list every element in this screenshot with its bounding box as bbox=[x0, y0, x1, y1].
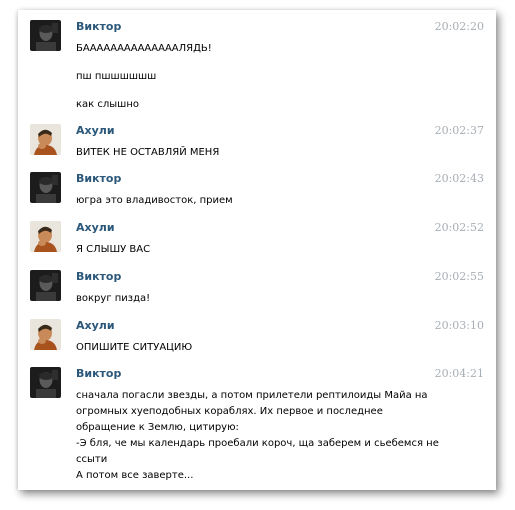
message: Виктор 20:02:55 вокруг пизда! bbox=[18, 270, 496, 310]
message-text: Я СЛЫШУ ВАС bbox=[76, 244, 151, 255]
timestamp: 20:02:37 bbox=[434, 124, 484, 137]
message-text: как слышно bbox=[76, 99, 139, 110]
author-name[interactable]: Ахули bbox=[76, 124, 115, 138]
avatar[interactable] bbox=[30, 124, 61, 155]
message-text: обращение к Землю, цитирую: bbox=[76, 422, 239, 433]
message-text: ВИТЕК НЕ ОСТАВЛЯЙ МЕНЯ bbox=[76, 147, 220, 158]
timestamp: 20:02:43 bbox=[434, 172, 484, 185]
message-text: А потом все заверте... bbox=[76, 470, 194, 481]
timestamp: 20:02:55 bbox=[434, 270, 484, 283]
avatar[interactable] bbox=[30, 319, 61, 350]
timestamp: 20:02:52 bbox=[434, 221, 484, 234]
chat-window: Виктор 20:02:20 БААААААААААААААЛЯДЬ! пш … bbox=[18, 10, 496, 490]
message: Виктор 20:04:21 сначала погасли звезды, … bbox=[18, 367, 496, 482]
avatar[interactable] bbox=[30, 20, 61, 51]
author-name[interactable]: Виктор bbox=[76, 367, 121, 381]
message-text: ОПИШИТЕ СИТУАЦИЮ bbox=[76, 342, 193, 353]
author-name[interactable]: Виктор bbox=[76, 172, 121, 186]
message-text: БААААААААААААААЛЯДЬ! bbox=[76, 43, 212, 54]
author-name[interactable]: Ахули bbox=[76, 221, 115, 235]
author-name[interactable]: Виктор bbox=[76, 270, 121, 284]
message-text: вокруг пизда! bbox=[76, 293, 151, 304]
message: Виктор 20:02:43 югра это владивосток, пр… bbox=[18, 172, 496, 212]
avatar[interactable] bbox=[30, 221, 61, 252]
avatar[interactable] bbox=[30, 367, 61, 398]
message: Ахули 20:02:52 Я СЛЫШУ ВАС bbox=[18, 221, 496, 261]
message: Виктор 20:02:20 БААААААААААААААЛЯДЬ! пш … bbox=[18, 20, 496, 115]
message-text: югра это владивосток, прием bbox=[76, 195, 233, 206]
message-text: ссыти bbox=[76, 454, 108, 465]
message-text: сначала погасли звезды, а потом прилетел… bbox=[76, 390, 428, 401]
author-name[interactable]: Ахули bbox=[76, 319, 115, 333]
timestamp: 20:02:20 bbox=[434, 20, 484, 33]
timestamp: 20:04:21 bbox=[434, 367, 484, 380]
message-text: -Э бля, че мы календарь проебали короч, … bbox=[76, 438, 439, 449]
timestamp: 20:03:10 bbox=[434, 319, 484, 332]
message: Ахули 20:02:37 ВИТЕК НЕ ОСТАВЛЯЙ МЕНЯ bbox=[18, 124, 496, 164]
avatar[interactable] bbox=[30, 270, 61, 301]
message-text: пш пшшшшшш bbox=[76, 71, 157, 82]
message: Ахули 20:03:10 ОПИШИТЕ СИТУАЦИЮ bbox=[18, 319, 496, 359]
author-name[interactable]: Виктор bbox=[76, 20, 121, 34]
avatar[interactable] bbox=[30, 172, 61, 203]
message-text: огромных хуеподобных кораблях. Их первое… bbox=[76, 406, 383, 417]
